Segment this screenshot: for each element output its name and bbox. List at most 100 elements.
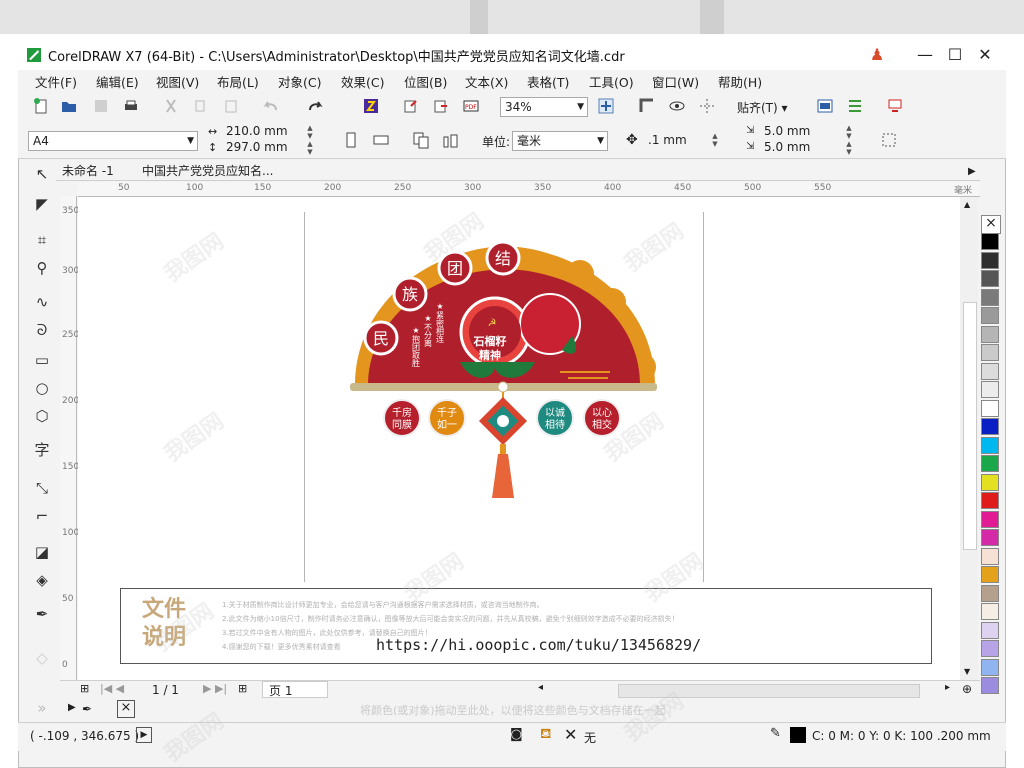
menu-effects[interactable]: 效果(C) [341,72,384,91]
next-page-icon[interactable]: ▶ ▶| [203,682,227,695]
new-document-icon[interactable] [32,97,50,115]
page-tab-1[interactable]: 页 1 [262,681,328,698]
menu-layout[interactable]: 布局(L) [217,72,259,91]
show-grid-icon[interactable] [668,97,686,115]
menu-file[interactable]: 文件(F) [35,72,77,91]
connector-tool-icon[interactable]: ⌐ [32,506,52,526]
pick-tool-icon[interactable]: ↖ [32,164,52,184]
tabs-scroll-right-icon[interactable]: ▶ [968,166,976,177]
dup-x-spinner[interactable]: ▲ ▼ [844,124,854,140]
save-icon[interactable] [92,97,110,115]
page-size-combo[interactable]: A4 ▼ [28,131,198,151]
document-color-icon[interactable]: ◙ [510,727,523,742]
h-scroll-left-icon[interactable]: ◂ [538,682,543,693]
portrait-icon[interactable] [342,131,360,149]
horizontal-ruler[interactable] [78,182,980,197]
prev-page-icon[interactable]: |◀ ◀ [100,682,124,695]
palette-swatch[interactable] [981,270,999,287]
palette-swatch[interactable] [981,510,999,528]
snap-to-dropdown[interactable]: 贴齐(T) ▾ [737,99,788,116]
menu-bitmaps[interactable]: 位图(B) [404,72,447,91]
palette-swatch[interactable] [981,344,999,361]
duplicate-x-field[interactable]: 5.0 mm [760,124,840,140]
text-tool-icon[interactable]: 字 [32,440,52,460]
palette-swatch[interactable] [981,233,999,250]
add-page-icon[interactable]: ⊞ [238,682,247,695]
page-height-field[interactable]: 297.0 mm [222,140,302,156]
current-page-icon[interactable] [442,131,460,149]
palette-flyout-icon[interactable]: ▶ [68,702,76,713]
menu-text[interactable]: 文本(X) [465,72,508,91]
zoom-navigator-icon[interactable]: ⊕ [962,682,972,696]
h-scroll-right-icon[interactable]: ▸ [945,682,950,693]
zoom-level-combo[interactable]: 34% ▼ [500,97,588,117]
minimize-button[interactable]: — [910,42,940,68]
paste-icon[interactable] [222,97,240,115]
palette-swatch[interactable] [981,640,999,657]
dimension-tool-icon[interactable]: ⤡ [32,478,52,498]
no-fill-swatch[interactable]: ⨯ [117,700,135,718]
show-guidelines-icon[interactable] [698,97,716,115]
dup-y-spinner[interactable]: ▲ ▼ [844,140,854,156]
import-icon[interactable] [402,97,420,115]
treat-as-filled-icon[interactable] [880,131,898,149]
palette-swatch[interactable] [981,547,999,565]
scroll-down-icon[interactable]: ▼ [964,667,970,676]
user-icon[interactable]: ♟ [862,42,892,68]
application-launcher-icon[interactable] [886,97,904,115]
menu-edit[interactable]: 编辑(E) [96,72,139,91]
open-folder-icon[interactable] [60,97,78,115]
palette-swatch[interactable] [981,566,999,583]
palette-swatch[interactable] [981,381,999,398]
palette-swatch[interactable] [981,473,999,491]
eyedropper-tool-icon[interactable]: ✒ [32,604,52,624]
palette-swatch[interactable] [981,492,999,509]
units-combo[interactable]: 毫米 ▼ [512,131,608,151]
export-icon[interactable] [432,97,450,115]
palette-swatch[interactable] [981,436,999,454]
redo-icon[interactable] [306,97,324,115]
menu-tools[interactable]: 工具(O) [589,72,634,91]
toolbox-expand-icon[interactable]: » [32,698,52,718]
zoom-tool-icon[interactable]: ⚲ [32,258,52,278]
cut-icon[interactable] [162,97,180,115]
undo-icon[interactable] [262,97,280,115]
height-spinner[interactable]: ▲ ▼ [305,140,315,156]
nudge-spinner[interactable]: ▲ ▼ [710,132,720,148]
first-page-icon[interactable]: ⊞ [80,682,89,695]
publish-pdf-icon[interactable]: PDF [462,97,480,115]
width-spinner[interactable]: ▲ ▼ [305,124,315,140]
palette-swatch[interactable] [981,307,999,324]
menu-object[interactable]: 对象(C) [278,72,321,91]
menu-help[interactable]: 帮助(H) [718,72,762,91]
transparency-tool-icon[interactable]: ◈ [32,570,52,590]
palette-swatch[interactable] [981,418,999,435]
palette-swatch[interactable] [981,399,999,417]
interactive-fill-icon[interactable]: ◇ [32,648,52,668]
artistic-media-icon[interactable]: ᘐ [32,320,52,340]
nudge-distance-field[interactable]: .1 mm [644,131,706,151]
outline-color-swatch[interactable] [790,727,806,743]
tab-active-document[interactable]: 中国共产党党员应知名... [142,162,273,179]
coords-flyout-icon[interactable]: ▶ [136,727,152,743]
print-icon[interactable] [122,97,140,115]
shape-tool-icon[interactable]: ◤ [32,194,52,214]
show-rulers-icon[interactable] [638,97,656,115]
page-width-field[interactable]: 210.0 mm [222,124,302,140]
welcome-screen-icon[interactable] [816,97,834,115]
eyedropper-icon[interactable]: ✒ [82,702,92,716]
landscape-icon[interactable] [372,131,390,149]
close-button[interactable]: ✕ [970,42,1000,68]
copy-icon[interactable] [192,97,210,115]
maximize-button[interactable]: ☐ [940,42,970,68]
menu-table[interactable]: 表格(T) [527,72,569,91]
palette-swatch[interactable] [981,455,999,472]
search-content-icon[interactable] [362,97,380,115]
ellipse-tool-icon[interactable]: ○ [32,378,52,398]
freehand-tool-icon[interactable]: ∿ [32,292,52,312]
rectangle-tool-icon[interactable]: ▭ [32,350,52,370]
palette-swatch[interactable] [981,325,999,343]
vertical-scroll-thumb[interactable] [963,302,977,550]
palette-swatch[interactable] [981,362,999,380]
polygon-tool-icon[interactable]: ⬡ [32,406,52,426]
